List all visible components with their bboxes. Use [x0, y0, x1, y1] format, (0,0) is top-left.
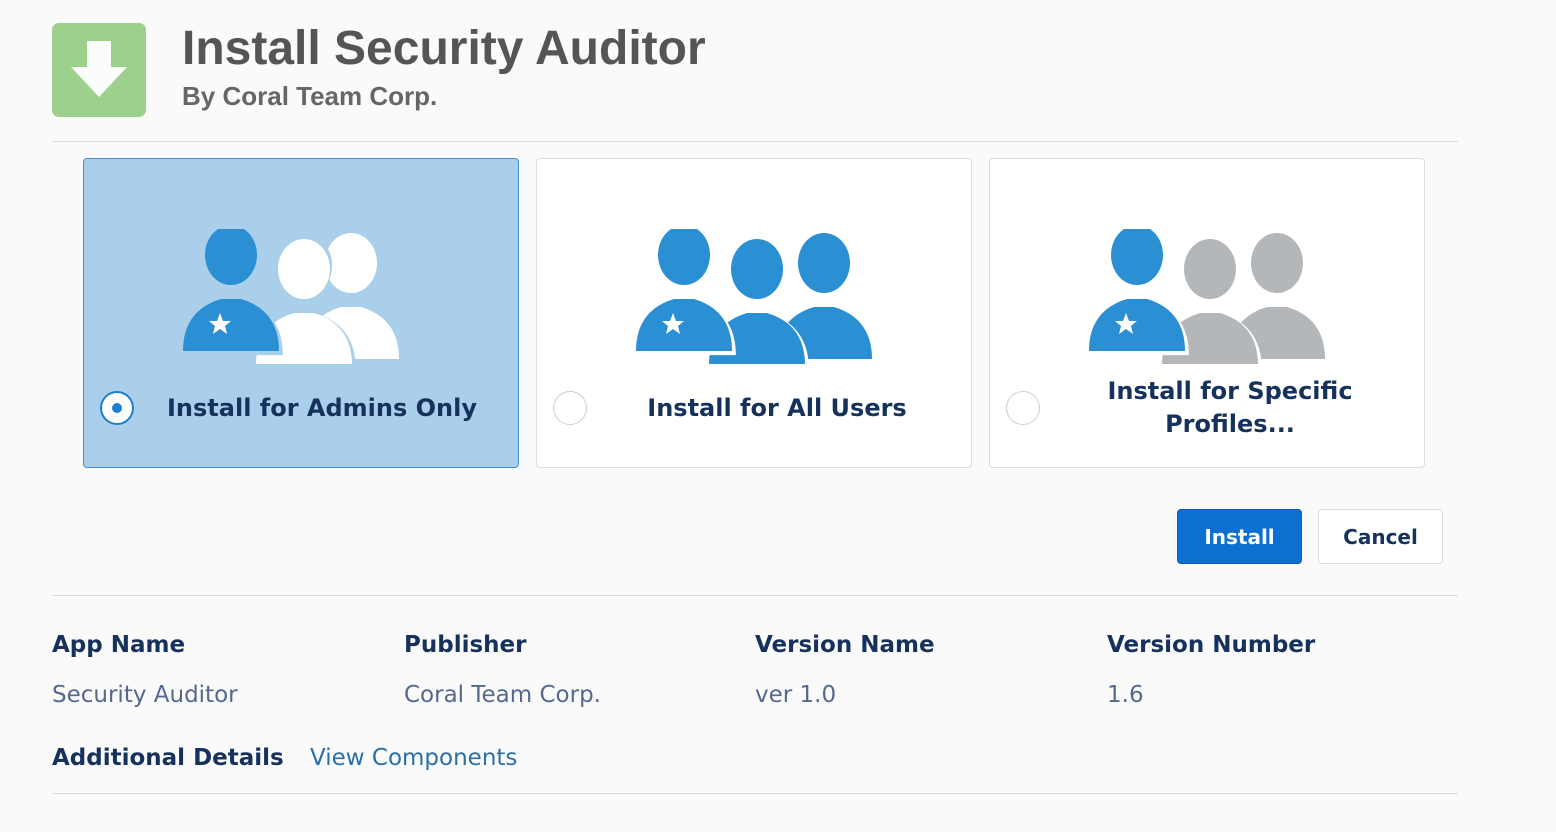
version-name-value: ver 1.0 [755, 682, 837, 708]
app-name-label: App Name [52, 632, 186, 658]
radio-specific-profiles[interactable] [1006, 391, 1040, 425]
page-title: Install Security Auditor [182, 22, 706, 75]
option-all-users[interactable]: Install for All Users [536, 158, 972, 468]
install-header: Install Security Auditor By Coral Team C… [52, 22, 1452, 117]
publisher-label: Publisher [404, 632, 527, 658]
option-specific-profiles[interactable]: Install for Specific Profiles... [989, 158, 1425, 468]
publisher-value: Coral Team Corp. [404, 682, 601, 708]
publisher-subtitle: By Coral Team Corp. [182, 81, 438, 111]
install-button[interactable]: Install [1177, 509, 1302, 564]
all-users-icon [632, 229, 872, 364]
header-divider [52, 141, 1458, 142]
version-number-value: 1.6 [1107, 682, 1144, 708]
footer-divider [52, 793, 1458, 794]
details-divider [52, 595, 1458, 596]
option-label: Install for Admins Only [167, 393, 477, 422]
download-arrow-icon [52, 23, 146, 117]
option-label: Install for Specific Profiles... [1107, 377, 1353, 438]
option-admins-only[interactable]: Install for Admins Only [83, 158, 519, 468]
view-components-link[interactable]: View Components [310, 745, 517, 771]
specific-profiles-icon [1085, 229, 1325, 364]
radio-admins-only[interactable] [100, 391, 134, 425]
app-name-value: Security Auditor [52, 682, 238, 708]
version-number-label: Version Number [1107, 632, 1316, 658]
cancel-button[interactable]: Cancel [1318, 509, 1443, 564]
version-name-label: Version Name [755, 632, 935, 658]
radio-all-users[interactable] [553, 391, 587, 425]
additional-details-label: Additional Details [52, 745, 284, 771]
option-label: Install for All Users [647, 393, 907, 422]
admin-users-icon [179, 229, 399, 364]
